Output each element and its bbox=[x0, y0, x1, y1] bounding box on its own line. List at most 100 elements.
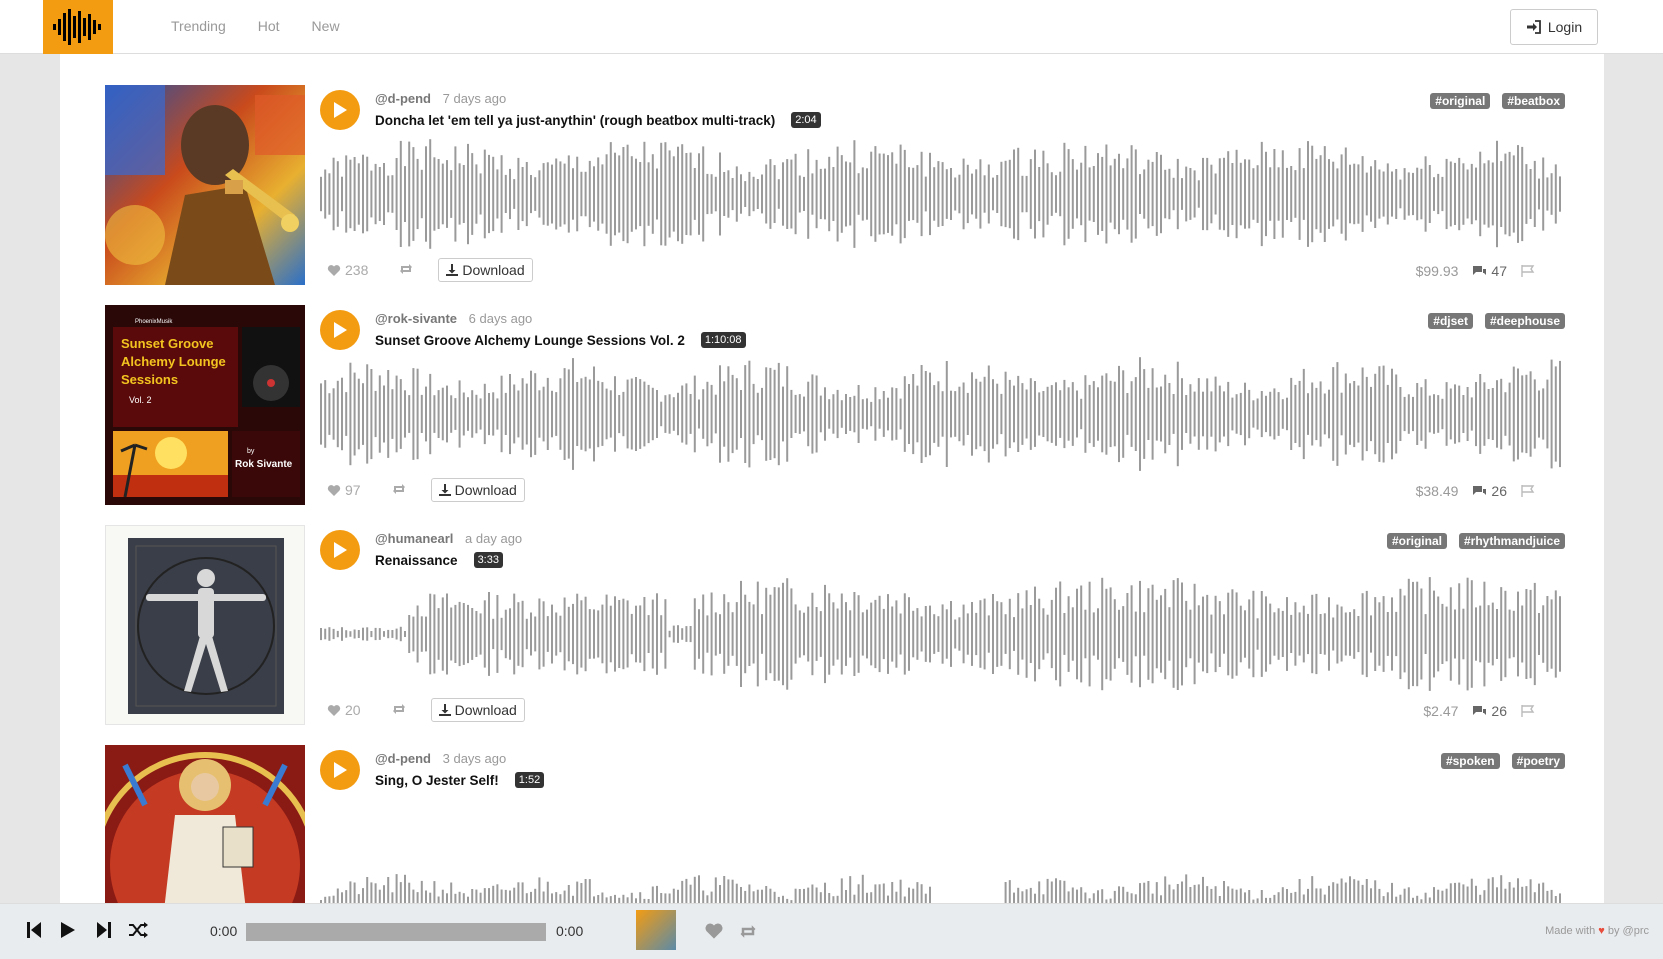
waveform-bar bbox=[622, 598, 625, 670]
waveform-bar bbox=[924, 176, 927, 212]
flag-icon[interactable] bbox=[1521, 265, 1535, 277]
play-button[interactable] bbox=[320, 90, 360, 130]
track-title[interactable]: Sunset Groove Alchemy Lounge Sessions Vo… bbox=[375, 333, 685, 348]
track-user[interactable]: @humanearl bbox=[375, 531, 453, 546]
download-button[interactable]: Download bbox=[438, 258, 533, 282]
nav-trending[interactable]: Trending bbox=[171, 18, 226, 34]
track-cover[interactable] bbox=[105, 525, 305, 725]
track-user[interactable]: @rok-sivante bbox=[375, 311, 457, 326]
waveform[interactable] bbox=[320, 353, 1565, 475]
repost-button[interactable] bbox=[398, 262, 414, 278]
waveform-bar bbox=[723, 876, 726, 903]
track-card: @humanearl a day ago Renaissance 3:33 #o… bbox=[105, 525, 1565, 725]
track-cover[interactable] bbox=[105, 85, 305, 285]
tag[interactable]: #djset bbox=[1428, 313, 1473, 329]
comments-button[interactable]: 26 bbox=[1472, 703, 1507, 719]
waveform-bar bbox=[773, 587, 776, 681]
waveform-bar bbox=[727, 170, 730, 218]
shuffle-icon[interactable] bbox=[128, 921, 148, 939]
waveform-bar bbox=[1071, 607, 1074, 661]
heart-icon[interactable] bbox=[704, 922, 724, 940]
waveform-bar bbox=[1013, 892, 1015, 903]
nav-new[interactable]: New bbox=[312, 18, 340, 34]
track-user[interactable]: @d-pend bbox=[375, 91, 431, 106]
track-user[interactable]: @d-pend bbox=[375, 751, 431, 766]
download-icon bbox=[446, 264, 459, 276]
waveform-bar bbox=[349, 159, 352, 229]
waveform-bar bbox=[882, 391, 885, 437]
tag[interactable]: #rhythmandjuice bbox=[1458, 533, 1565, 549]
waveform-bar bbox=[811, 173, 814, 215]
logo[interactable] bbox=[43, 0, 113, 54]
now-playing-cover[interactable] bbox=[636, 910, 676, 950]
waveform-bar bbox=[1353, 381, 1356, 448]
track-cover[interactable]: PhoenixMusik Sunset Groove Alchemy Loung… bbox=[105, 305, 305, 505]
next-icon[interactable] bbox=[96, 921, 112, 939]
repost-button[interactable] bbox=[391, 702, 407, 718]
login-button[interactable]: Login bbox=[1510, 9, 1598, 45]
track-title[interactable]: Doncha let 'em tell ya just-anythin' (ro… bbox=[375, 113, 775, 128]
waveform-bar bbox=[1445, 606, 1448, 662]
waveform[interactable] bbox=[320, 793, 1565, 903]
track-cover[interactable] bbox=[105, 745, 305, 903]
download-button[interactable]: Download bbox=[430, 478, 525, 502]
track-title[interactable]: Renaissance bbox=[375, 553, 458, 568]
flag-icon[interactable] bbox=[1521, 705, 1535, 717]
waveform-bar bbox=[416, 368, 419, 460]
waveform-bar bbox=[1227, 886, 1230, 903]
waveform-bar bbox=[1437, 173, 1440, 215]
waveform-bar bbox=[433, 594, 436, 674]
waveform-bar bbox=[1332, 161, 1335, 227]
tag[interactable]: #spoken bbox=[1440, 753, 1500, 769]
nav-hot[interactable]: Hot bbox=[258, 18, 280, 34]
tag[interactable]: #poetry bbox=[1511, 753, 1565, 769]
download-label: Download bbox=[454, 702, 517, 718]
waveform-bar bbox=[1420, 588, 1423, 680]
waveform-bar bbox=[605, 388, 608, 440]
play-button[interactable] bbox=[320, 530, 360, 570]
like-button[interactable]: 97 bbox=[327, 482, 361, 498]
waveform-bar bbox=[576, 881, 579, 903]
waveform-bar bbox=[1109, 380, 1112, 448]
waveform-bar bbox=[1206, 157, 1209, 231]
waveform[interactable] bbox=[320, 573, 1565, 695]
waveform-bar bbox=[1080, 887, 1083, 903]
repost-button[interactable] bbox=[391, 482, 407, 498]
play-button[interactable] bbox=[320, 310, 360, 350]
waveform-bar bbox=[1113, 158, 1116, 230]
waveform[interactable] bbox=[320, 133, 1565, 255]
waveform-bar bbox=[513, 179, 516, 209]
tag[interactable]: #beatbox bbox=[1502, 93, 1565, 109]
waveform-bar bbox=[1160, 595, 1162, 673]
waveform-bar bbox=[735, 602, 738, 666]
download-button[interactable]: Download bbox=[430, 698, 525, 722]
play-button[interactable] bbox=[320, 750, 360, 790]
waveform-bar bbox=[605, 154, 608, 234]
waveform-bar bbox=[1223, 157, 1225, 231]
waveform-bar bbox=[626, 144, 629, 244]
flag-icon[interactable] bbox=[1521, 485, 1535, 497]
comments-button[interactable]: 26 bbox=[1472, 483, 1507, 499]
waveform-bar bbox=[639, 162, 642, 227]
like-button[interactable]: 238 bbox=[327, 262, 368, 278]
waveform-bar bbox=[1546, 890, 1549, 903]
footer-by[interactable]: by @prc bbox=[1608, 925, 1649, 937]
retweet-icon[interactable] bbox=[738, 924, 758, 939]
play-icon[interactable] bbox=[60, 921, 76, 939]
waveform-bar bbox=[920, 151, 923, 237]
waveform-bar bbox=[1260, 591, 1263, 677]
waveform-bar bbox=[580, 171, 583, 217]
like-button[interactable]: 20 bbox=[327, 702, 361, 718]
waveform-bar bbox=[861, 399, 864, 429]
waveform-bar bbox=[756, 581, 759, 687]
tag[interactable]: #original bbox=[1386, 533, 1447, 549]
waveform-bar bbox=[1449, 587, 1452, 681]
waveform-bar bbox=[336, 161, 339, 227]
footer-made: Made with bbox=[1545, 925, 1596, 937]
track-title[interactable]: Sing, O Jester Self! bbox=[375, 773, 499, 788]
tag[interactable]: #original bbox=[1430, 93, 1491, 109]
tag[interactable]: #deephouse bbox=[1484, 313, 1565, 329]
progress-bar[interactable] bbox=[246, 923, 546, 941]
comments-button[interactable]: 47 bbox=[1472, 263, 1507, 279]
previous-icon[interactable] bbox=[26, 921, 42, 939]
